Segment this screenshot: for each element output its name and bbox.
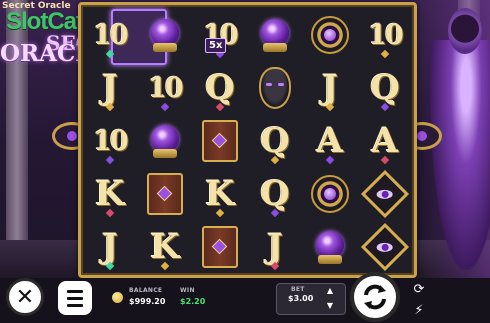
chevron-down-icon[interactable]: ▼ (327, 301, 333, 310)
turbo-icon: ⚡ (414, 302, 424, 318)
gem-accent (105, 49, 115, 59)
symbol-eye-diamond-icon (359, 221, 411, 273)
eye-diamond-icon (360, 222, 410, 272)
chevron-up-icon[interactable]: ▲ (327, 286, 333, 295)
symbol-10: 10 (139, 62, 191, 114)
symbol-k: K (194, 168, 246, 220)
symbol-book-icon (194, 115, 246, 167)
symbol-q: Q (194, 62, 246, 114)
balance-value: $999.20 (129, 297, 166, 306)
symbol-orb-icon (304, 221, 356, 273)
menu-button[interactable] (58, 281, 92, 315)
symbol-q: Q (249, 115, 301, 167)
reel-2: 10 K (139, 3, 191, 271)
spell-book-icon (202, 226, 238, 268)
menu-icon (67, 289, 83, 293)
reel-6: 10 Q A (359, 3, 411, 272)
symbol-text: K (95, 174, 125, 214)
reel-4: QQJ (249, 3, 301, 271)
menu-icon-line (67, 296, 83, 300)
symbol-j: J (304, 62, 356, 114)
symbol-text: 10 (93, 125, 129, 157)
symbol-book-icon (194, 221, 246, 273)
symbol-amulet-icon (304, 9, 356, 61)
turbo-button[interactable]: ⚡ (410, 301, 428, 319)
symbol-orb-icon (139, 115, 191, 167)
symbol-text: Q (260, 174, 290, 214)
spin-icon (364, 284, 386, 310)
symbol-text: A (316, 121, 344, 161)
mask-icon (259, 67, 291, 109)
gem-accent (380, 49, 390, 59)
symbol-text: J (101, 68, 119, 108)
symbol-10: 10 (194, 9, 246, 61)
symbol-j: J (84, 62, 136, 114)
crystal-ball-icon (147, 123, 183, 159)
gem-accent (105, 155, 115, 165)
symbol-10: 10 (359, 9, 411, 61)
spin-button[interactable] (350, 272, 400, 322)
symbol-text: J (101, 227, 119, 267)
eye-diamond-icon (360, 169, 410, 219)
symbol-j: J (249, 221, 301, 273)
crystal-ball-icon (147, 17, 183, 53)
symbol-text: 10 (148, 72, 184, 104)
symbol-eye-diamond-icon (359, 168, 411, 220)
bet-value: $3.00 (288, 294, 314, 303)
symbol-amulet-icon (304, 168, 356, 220)
symbol-q: Q (249, 168, 301, 220)
gem-accent (160, 102, 170, 112)
spell-book-icon (147, 173, 183, 215)
balance-label: BALANCE (129, 287, 163, 294)
symbol-text: Q (205, 68, 235, 108)
symbol-text: 10 (368, 19, 404, 51)
bet-label: BET (291, 286, 305, 293)
reel-5: JA (304, 3, 356, 267)
symbol-text: K (150, 227, 180, 267)
symbol-text: 10 (93, 19, 129, 51)
crystal-ball-icon (257, 17, 293, 53)
symbol-book-icon (139, 168, 191, 220)
symbol-text: A (371, 121, 399, 161)
amulet-icon (311, 16, 349, 54)
bet-stepper: ▲ ▼ (321, 286, 339, 310)
amulet-icon (311, 175, 349, 213)
symbol-k: K (139, 221, 191, 273)
symbol-text: J (321, 68, 339, 108)
menu-icon-line (67, 303, 83, 307)
multiplier-badge: 5x (205, 38, 227, 53)
symbol-a: A (359, 115, 411, 167)
close-button[interactable]: ✕ (6, 278, 44, 316)
symbol-text: K (205, 174, 235, 214)
spell-book-icon (202, 120, 238, 162)
symbol-text: J (266, 227, 284, 267)
reel-1: 10 J 10 K J (84, 3, 136, 271)
symbol-text: Q (370, 68, 400, 108)
autoplay-button[interactable]: ⟳ (410, 280, 428, 298)
symbol-k: K (84, 168, 136, 220)
close-icon: ✕ (15, 284, 35, 310)
crystal-ball-icon (312, 229, 348, 265)
symbol-orb-icon (249, 9, 301, 61)
symbol-10: 10 (84, 115, 136, 167)
autoplay-icon: ⟳ (413, 281, 425, 297)
symbol-orb-icon (139, 9, 191, 61)
coin-icon (112, 292, 123, 303)
symbol-a: A (304, 115, 356, 167)
symbol-10: 10 (84, 9, 136, 61)
symbol-mask-icon (249, 62, 301, 114)
symbol-j: J (84, 221, 136, 273)
win-label: WIN (180, 287, 195, 294)
symbol-q: Q (359, 62, 411, 114)
symbol-text: Q (260, 121, 290, 161)
win-value: $2.20 (180, 297, 206, 306)
oracle-character (430, 40, 490, 270)
oracle-hood (448, 8, 482, 54)
